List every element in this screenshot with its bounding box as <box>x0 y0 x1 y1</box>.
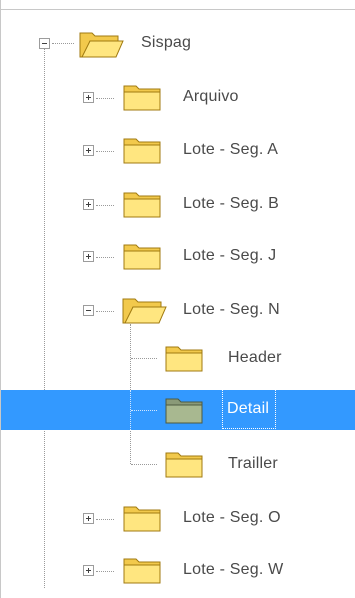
tree-node-label: Lote - Seg. B <box>183 195 279 212</box>
tree-node-label: Lote - Seg. O <box>183 509 281 526</box>
tree-node-arquivo[interactable]: Arquivo <box>0 77 355 117</box>
tree-node-lote-seg-n[interactable]: Lote - Seg. N <box>0 290 355 330</box>
expand-toggle[interactable] <box>83 199 94 210</box>
tree-node-trailler[interactable]: Trailler <box>0 444 355 484</box>
folder-icon <box>123 192 161 218</box>
folder-icon <box>165 346 203 372</box>
folder-icon <box>165 452 203 478</box>
tree-node-label: Lote - Seg. A <box>183 141 279 158</box>
tree-connector <box>130 390 131 430</box>
tree-node-label: Sispag <box>141 34 192 51</box>
tree-node-detail[interactable]: Detail <box>0 389 355 430</box>
tree-connector <box>131 410 157 411</box>
folder-open-icon <box>79 32 124 58</box>
tree-node-lote-seg-w[interactable]: Lote - Seg. W <box>0 550 355 590</box>
tree-node-label: Lote - Seg. N <box>183 301 280 318</box>
tree-node-lote-seg-b[interactable]: Lote - Seg. B <box>0 184 355 224</box>
expand-toggle[interactable] <box>83 145 94 156</box>
tree-node-header[interactable]: Header <box>0 338 355 378</box>
folder-icon <box>123 85 161 111</box>
tree-node-label: Trailler <box>228 455 278 472</box>
expand-toggle[interactable] <box>83 513 94 524</box>
folder-icon <box>123 506 161 532</box>
expand-toggle[interactable] <box>83 565 94 576</box>
folder-icon <box>123 558 161 584</box>
folder-icon <box>123 244 161 270</box>
tree-node-label: Detail <box>221 389 277 429</box>
folder-open-icon <box>122 298 167 324</box>
folder-icon <box>165 398 203 424</box>
tree-node-lote-seg-o[interactable]: Lote - Seg. O <box>0 498 355 538</box>
expand-toggle[interactable] <box>83 251 94 262</box>
tree-node-lote-seg-j[interactable]: Lote - Seg. J <box>0 236 355 276</box>
expand-toggle[interactable] <box>83 92 94 103</box>
folder-icon <box>123 138 161 164</box>
tree-node-label: Arquivo <box>183 88 239 105</box>
tree-node-lote-seg-a[interactable]: Lote - Seg. A <box>0 130 355 170</box>
tree-node-label: Lote - Seg. J <box>183 247 277 264</box>
collapse-toggle[interactable] <box>39 38 50 49</box>
tree-border-top <box>0 9 355 10</box>
tree-node-sispag[interactable]: Sispag <box>0 23 355 63</box>
tree-node-label: Header <box>228 349 282 366</box>
tree-view: Sispag Arquivo Lote - Seg. A Lote - Seg.… <box>0 0 355 598</box>
collapse-toggle[interactable] <box>83 305 94 316</box>
tree-node-label: Lote - Seg. W <box>183 561 284 578</box>
